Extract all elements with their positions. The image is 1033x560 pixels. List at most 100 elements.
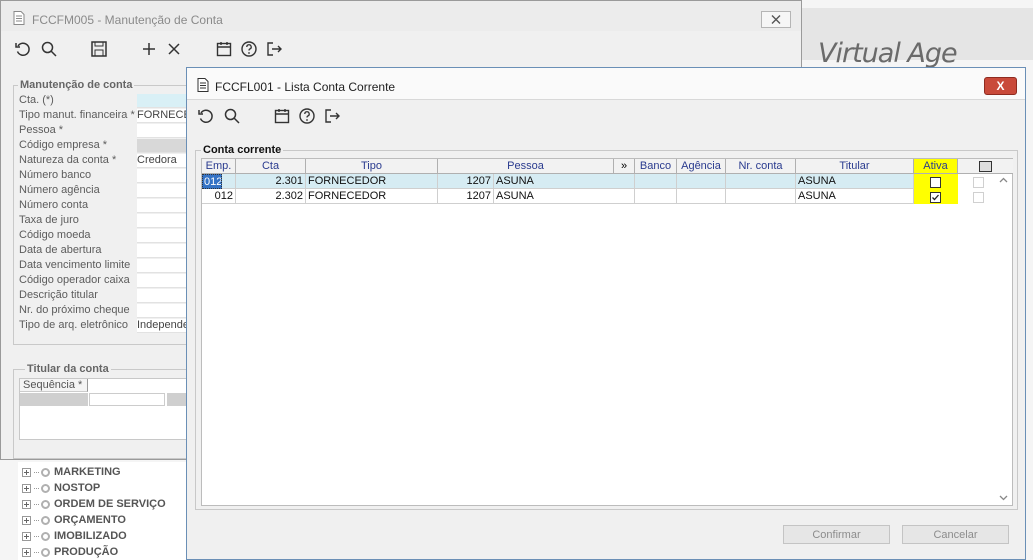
vertical-scrollbar[interactable]	[995, 175, 1012, 505]
cell-pessoa-nome[interactable]: ASUNA	[494, 189, 635, 204]
titular-group-title: Titular da conta	[25, 363, 111, 375]
form-label: Pessoa *	[19, 124, 64, 136]
delete-icon[interactable]	[165, 40, 183, 58]
column-header-agencia[interactable]: Agência	[677, 159, 726, 174]
calendar-icon[interactable]	[215, 40, 233, 58]
column-header-banco[interactable]: Banco	[635, 159, 677, 174]
form-label: Código moeda	[19, 229, 91, 241]
column-header-cta[interactable]: Cta	[236, 159, 306, 174]
expand-icon[interactable]	[22, 499, 31, 509]
cell-cta[interactable]: 2.302	[236, 189, 306, 204]
tree-item-label: IMOBILIZADO	[54, 530, 127, 542]
cell-emp[interactable]: 012	[202, 189, 236, 204]
cell-titular[interactable]: ASUNA	[796, 189, 914, 204]
column-header-nr-conta[interactable]: Nr. conta	[726, 159, 796, 174]
column-header-titular[interactable]: Titular	[796, 159, 914, 174]
expand-icon[interactable]	[22, 531, 31, 541]
tree-item-label: PRODUÇÃO	[54, 546, 119, 558]
cell-pessoa-nome[interactable]: ASUNA	[494, 174, 635, 189]
column-header-select-all[interactable]	[958, 159, 1013, 174]
exit-icon[interactable]	[323, 107, 341, 125]
column-header-tipo[interactable]: Tipo	[306, 159, 438, 174]
conta-corrente-group-title: Conta corrente	[201, 144, 284, 156]
tree-item[interactable]: NOSTOP	[22, 480, 100, 496]
form-label: Data de abertura	[19, 244, 102, 256]
help-icon[interactable]	[298, 107, 316, 125]
dialog-close-button[interactable]: X	[984, 77, 1017, 95]
expand-icon[interactable]	[22, 483, 31, 493]
exit-icon[interactable]	[265, 40, 283, 58]
conta-corrente-grid[interactable]: Emp. Cta Tipo Pessoa » Banco Agência Nr.…	[201, 158, 1013, 506]
form-label: Taxa de juro	[19, 214, 79, 226]
cell-titular[interactable]: ASUNA	[796, 174, 914, 189]
column-header-pessoa[interactable]: Pessoa	[438, 159, 614, 174]
list-dialog: FCCFL001 - Lista Conta Corrente X Conta …	[186, 67, 1026, 560]
ativa-checkbox[interactable]	[930, 177, 941, 188]
titular-column-header[interactable]: Sequência *	[20, 379, 88, 392]
tree-item[interactable]: MARKETING	[22, 464, 121, 480]
cell-banco[interactable]	[635, 174, 677, 189]
cell-nr-conta[interactable]	[726, 174, 796, 189]
column-header-emp[interactable]: Emp.	[202, 159, 236, 174]
row-select-checkbox[interactable]	[973, 177, 984, 188]
tree-connector	[34, 487, 39, 489]
form-label: Cta. (*)	[19, 94, 54, 106]
cell-pessoa-codigo[interactable]: 1207	[438, 174, 494, 189]
column-header-expand[interactable]: »	[614, 159, 635, 174]
background-close-button[interactable]	[761, 11, 791, 28]
form-label: Tipo de arq. eletrônico	[19, 319, 129, 331]
cell-pessoa-codigo[interactable]: 1207	[438, 189, 494, 204]
gear-icon	[41, 467, 50, 477]
tree-connector	[34, 503, 39, 505]
search-icon[interactable]	[223, 107, 241, 125]
titular-grid[interactable]: Sequência *	[19, 378, 193, 440]
form-label: Número conta	[19, 199, 89, 211]
cell-emp[interactable]: 012	[202, 174, 222, 189]
help-icon[interactable]	[240, 40, 258, 58]
gear-icon	[41, 515, 50, 525]
ativa-checkbox[interactable]	[930, 192, 941, 203]
titular-cell[interactable]	[89, 393, 165, 406]
cell-tipo[interactable]: FORNECEDOR	[306, 174, 438, 189]
tree-item[interactable]: PRODUÇÃO	[22, 544, 118, 560]
refresh-icon[interactable]	[197, 107, 215, 125]
scroll-up-icon[interactable]	[999, 177, 1008, 183]
form-label: Natureza da conta *	[19, 154, 117, 166]
virtual-age-logo: Virtual Age	[818, 38, 958, 69]
column-header-ativa[interactable]: Ativa	[914, 159, 958, 174]
cancel-button[interactable]: Cancelar	[902, 525, 1009, 544]
tree-connector	[34, 551, 39, 553]
expand-icon[interactable]	[22, 515, 31, 525]
confirm-button[interactable]: Confirmar	[783, 525, 890, 544]
background-titlebar: FCCFM005 - Manutenção de Conta	[1, 1, 801, 31]
select-all-icon[interactable]	[979, 161, 992, 172]
search-icon[interactable]	[40, 40, 58, 58]
scroll-down-icon[interactable]	[999, 495, 1008, 501]
expand-icon[interactable]	[22, 547, 31, 557]
tree-item[interactable]: IMOBILIZADO	[22, 528, 127, 544]
titular-cell[interactable]	[20, 393, 88, 406]
tree-item[interactable]: ORÇAMENTO	[22, 512, 126, 528]
add-icon[interactable]	[140, 40, 158, 58]
cell-emp-pad[interactable]	[222, 174, 236, 189]
save-icon[interactable]	[90, 40, 108, 58]
cell-banco[interactable]	[635, 189, 677, 204]
tree-item[interactable]: ORDEM DE SERVIÇO	[22, 496, 166, 512]
tree-item-label: MARKETING	[54, 466, 121, 478]
dialog-toolbar	[187, 100, 1025, 132]
cell-nr-conta[interactable]	[726, 189, 796, 204]
tree-connector	[34, 519, 39, 521]
cell-agencia[interactable]	[677, 174, 726, 189]
cell-agencia[interactable]	[677, 189, 726, 204]
form-label: Código operador caixa	[19, 274, 130, 286]
refresh-icon[interactable]	[14, 40, 32, 58]
gear-icon	[41, 547, 50, 557]
expand-icon[interactable]	[22, 467, 31, 477]
dialog-titlebar: FCCFL001 - Lista Conta Corrente X	[187, 68, 1025, 100]
document-icon	[13, 11, 25, 25]
cell-tipo[interactable]: FORNECEDOR	[306, 189, 438, 204]
cell-cta[interactable]: 2.301	[236, 174, 306, 189]
form-label: Descrição titular	[19, 289, 98, 301]
calendar-icon[interactable]	[273, 107, 291, 125]
row-select-checkbox[interactable]	[973, 192, 984, 203]
